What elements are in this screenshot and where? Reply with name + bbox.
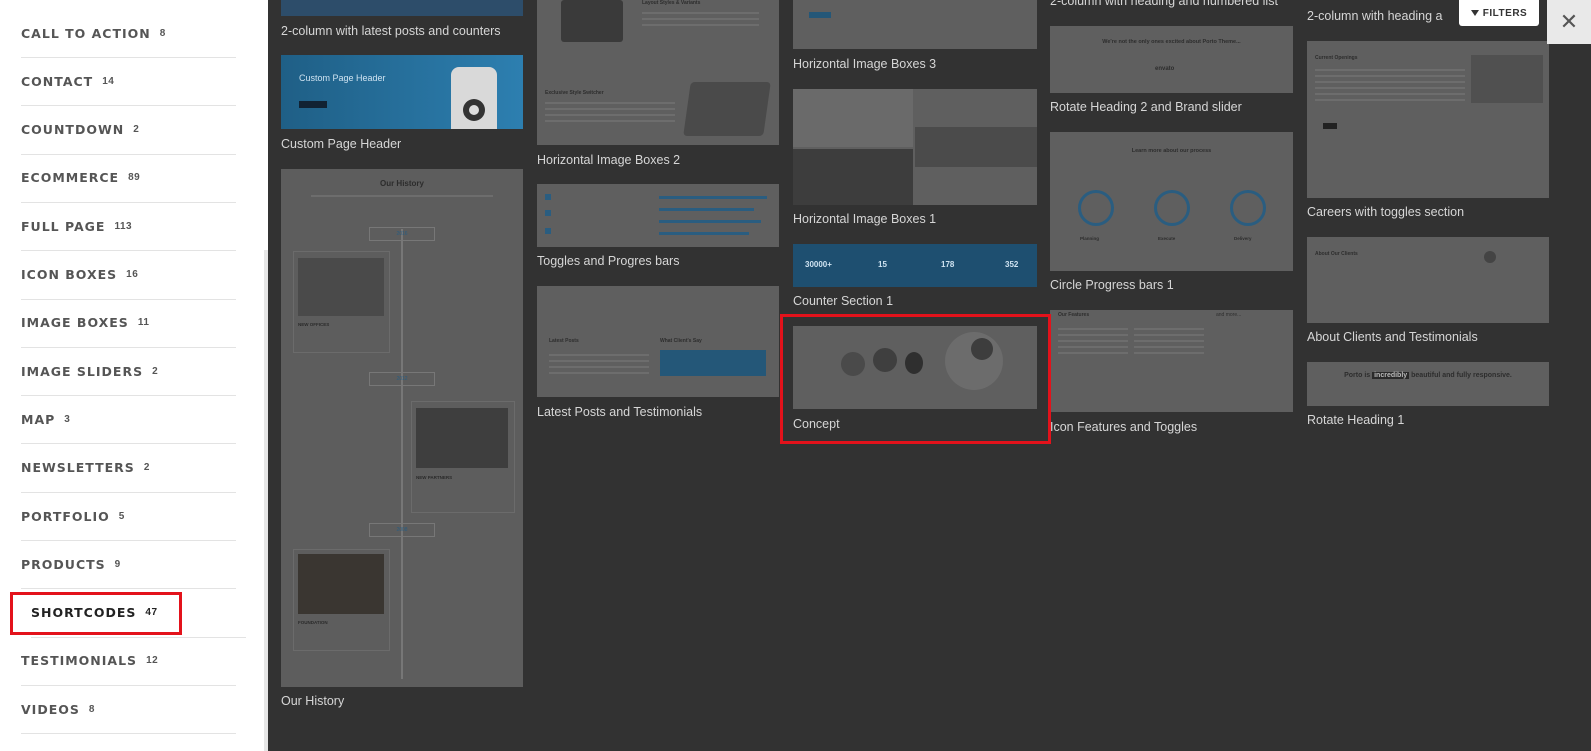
template-caption[interactable]: Concept <box>793 417 840 431</box>
template-thumb-our-history[interactable]: Our History 2016 NEW OFFICES 2012 NEW PA… <box>281 169 523 687</box>
category-count: 16 <box>126 269 139 280</box>
history-card: NEW PARTNERS <box>411 401 515 513</box>
template-caption[interactable]: Toggles and Progres bars <box>537 254 679 268</box>
category-label: VIDEOS <box>21 701 80 717</box>
template-caption[interactable]: Rotate Heading 1 <box>1307 413 1404 427</box>
template-caption[interactable]: Latest Posts and Testimonials <box>537 405 702 419</box>
category-image-boxes[interactable]: IMAGE BOXES 11 <box>21 299 236 348</box>
template-caption[interactable]: Careers with toggles section <box>1307 205 1464 219</box>
category-map[interactable]: MAP 3 <box>21 395 236 445</box>
category-label: IMAGE BOXES <box>21 315 129 331</box>
template-caption[interactable]: 2-column with heading and numbered list <box>1050 0 1278 8</box>
year-badge: 2008 <box>369 523 435 537</box>
category-count: 11 <box>137 317 150 329</box>
template-thumb-rotate-heading-1[interactable]: Porto is incredibly beautiful and fully … <box>1307 362 1549 406</box>
category-count: 9 <box>114 558 121 570</box>
category-count: 2 <box>133 124 140 136</box>
category-count: 3 <box>64 413 71 425</box>
template-caption[interactable]: Horizontal Image Boxes 1 <box>793 212 936 226</box>
template-thumb-careers[interactable]: Current Openings <box>1307 41 1549 198</box>
category-count: 47 <box>145 607 158 619</box>
year-badge: 2016 <box>369 227 435 241</box>
filters-button[interactable]: FILTERS <box>1459 0 1539 26</box>
category-label: ECOMMERCE <box>21 170 120 186</box>
category-call-to-action[interactable]: CALL TO ACTION 8 <box>21 9 236 58</box>
category-label: COUNTDOWN <box>21 122 125 138</box>
category-count: 8 <box>159 27 166 39</box>
template-caption[interactable]: 2-column with latest posts and counters <box>281 24 501 38</box>
category-count: 89 <box>128 172 141 184</box>
category-ecommerce[interactable]: ECOMMERCE 89 <box>21 154 236 203</box>
filter-icon <box>1470 10 1479 16</box>
category-count: 14 <box>102 75 115 87</box>
template-thumb-circle-progress[interactable]: Learn more about our process Planning Ex… <box>1050 132 1293 271</box>
thumb-heading: Our History <box>379 179 424 188</box>
category-countdown[interactable]: COUNTDOWN 2 <box>21 106 236 155</box>
category-image-sliders[interactable]: IMAGE SLIDERS 2 <box>21 347 236 397</box>
phone-image <box>451 67 497 129</box>
thumb-heading: Custom Page Header <box>299 73 386 83</box>
category-count: 5 <box>118 510 125 522</box>
category-count: 2 <box>143 462 150 474</box>
template-caption[interactable]: About Clients and Testimonials <box>1307 330 1478 344</box>
template-thumb-latest-posts-counters[interactable] <box>281 0 523 16</box>
category-testimonials[interactable]: TESTIMONIALS 12 <box>21 637 236 686</box>
category-shortcodes[interactable]: SHORTCODES 47 <box>31 589 246 638</box>
history-card: FOUNDATION <box>293 549 390 651</box>
category-portfolio[interactable]: PORTFOLIO 5 <box>21 492 236 541</box>
category-label: ICON BOXES <box>21 267 118 282</box>
category-count: 12 <box>146 655 159 667</box>
template-thumb-horizontal-image-boxes-1[interactable] <box>793 89 1037 205</box>
category-count: 2 <box>152 365 159 377</box>
category-label: PORTFOLIO <box>21 508 110 524</box>
template-thumb-custom-page-header[interactable]: Custom Page Header <box>281 55 523 129</box>
template-caption[interactable]: Custom Page Header <box>281 137 401 151</box>
template-caption[interactable]: Horizontal Image Boxes 3 <box>793 57 936 71</box>
category-newsletters[interactable]: NEWSLETTERS 2 <box>21 444 236 493</box>
category-sidebar: CALL TO ACTION 8 CONTACT 14 COUNTDOWN 2 ECOMME… <box>0 0 268 751</box>
category-label: TESTIMONIALS <box>21 653 138 669</box>
template-grid: 2-column with latest posts and counters … <box>268 0 1591 751</box>
template-caption[interactable]: Counter Section 1 <box>793 294 893 308</box>
category-icon-boxes[interactable]: ICON BOXES 16 <box>21 251 236 300</box>
category-label: CONTACT <box>21 73 94 89</box>
filters-label: FILTERS <box>1482 7 1528 19</box>
template-caption[interactable]: Rotate Heading 2 and Brand slider <box>1050 100 1242 114</box>
template-caption[interactable]: 2-column with heading a <box>1307 9 1443 23</box>
template-thumb-rotate-heading-2[interactable]: We're not the only ones excited about Po… <box>1050 26 1293 93</box>
template-thumb-toggles-progress[interactable] <box>537 184 779 247</box>
template-thumb-latest-posts-testimonials[interactable]: Latest Posts What Client's Say <box>537 286 779 397</box>
category-label: CALL TO ACTION <box>21 25 151 41</box>
category-label: FULL PAGE <box>21 218 106 234</box>
template-thumb-horizontal-image-boxes-3[interactable] <box>793 0 1037 49</box>
history-card: NEW OFFICES <box>293 251 390 353</box>
category-label: MAP <box>21 411 56 427</box>
template-thumb-icon-features[interactable]: Our Features and more... <box>1050 310 1293 412</box>
template-thumb-counter-section-1[interactable]: 30000+ 15 178 352 <box>793 244 1037 287</box>
close-icon[interactable]: ✕ <box>1547 0 1591 44</box>
category-label: SHORTCODES <box>31 605 137 621</box>
category-videos[interactable]: VIDEOS 8 <box>21 685 236 735</box>
template-caption[interactable]: Circle Progress bars 1 <box>1050 278 1174 292</box>
category-count: 113 <box>114 220 133 232</box>
year-badge: 2012 <box>369 372 435 386</box>
category-products[interactable]: PRODUCTS 9 <box>21 540 236 590</box>
rotate-heading-text: Porto is incredibly beautiful and fully … <box>1344 372 1512 379</box>
template-thumb-horizontal-image-boxes-2[interactable]: Layout Styles & Variants Exclusive Style… <box>537 0 779 145</box>
category-contact[interactable]: CONTACT 14 <box>21 57 236 107</box>
template-thumb-about-clients[interactable]: About Our Clients <box>1307 237 1549 323</box>
category-label: PRODUCTS <box>21 556 106 572</box>
template-caption[interactable]: Icon Features and Toggles <box>1050 420 1197 434</box>
category-full-page[interactable]: FULL PAGE 113 <box>21 202 236 252</box>
thumb-button <box>299 101 327 108</box>
template-thumb-concept[interactable] <box>793 326 1037 409</box>
category-count: 8 <box>88 703 95 715</box>
category-label: NEWSLETTERS <box>21 460 135 476</box>
category-label: IMAGE SLIDERS <box>21 363 144 379</box>
template-caption[interactable]: Horizontal Image Boxes 2 <box>537 153 680 167</box>
template-caption[interactable]: Our History <box>281 694 344 708</box>
